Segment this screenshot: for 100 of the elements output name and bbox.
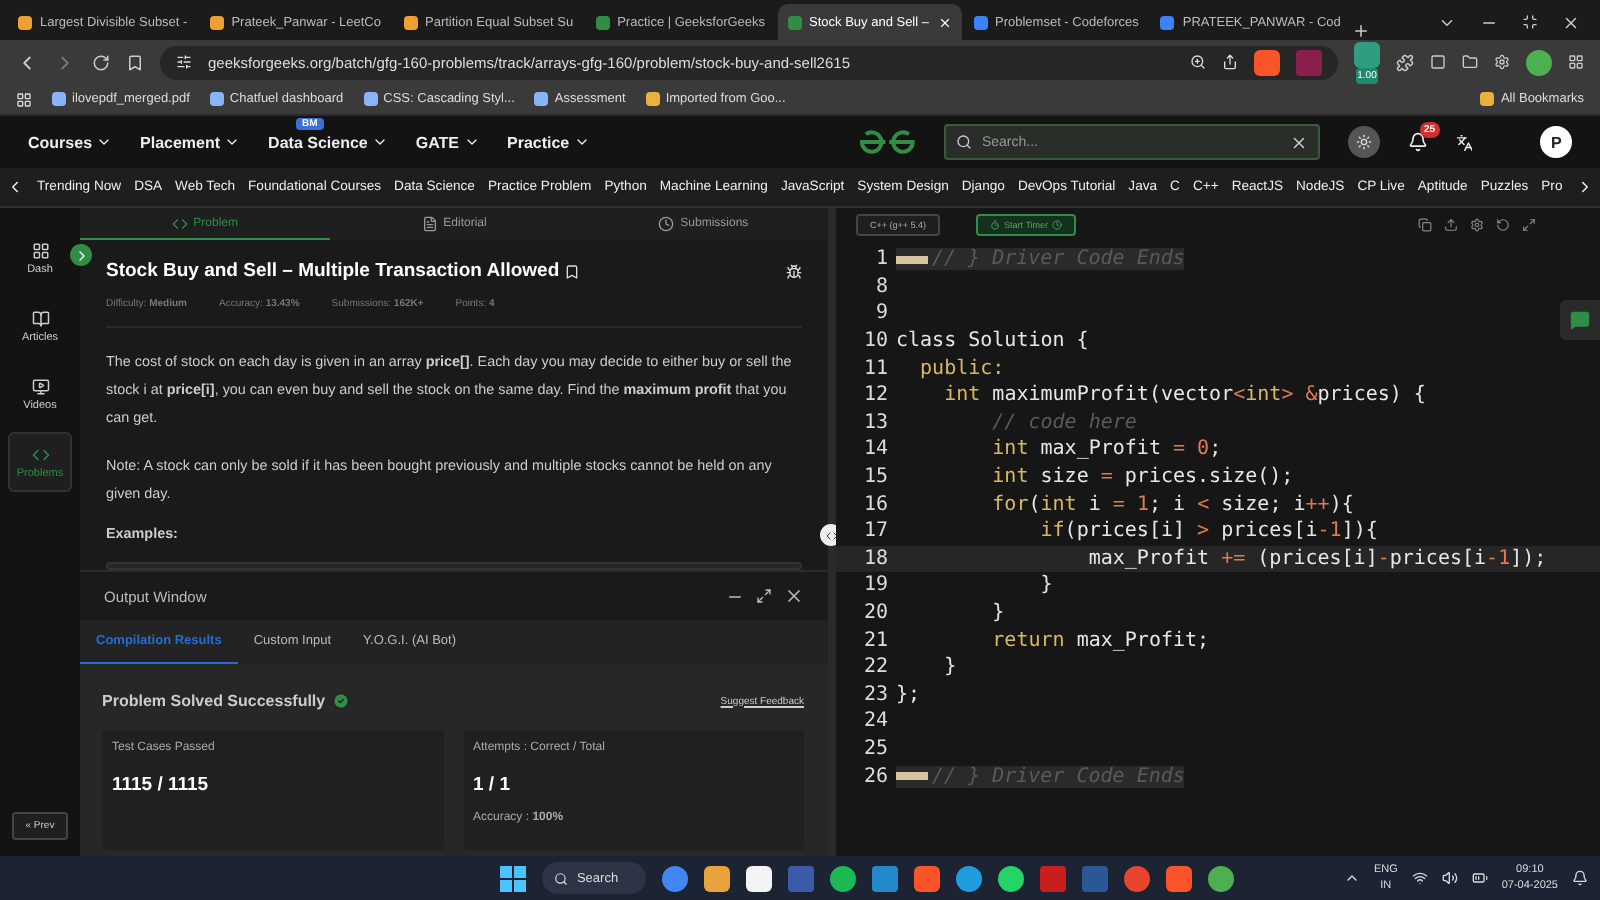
book-icon [31,309,49,327]
code-icon [31,445,49,463]
search-icon [955,134,972,150]
line-number: 23 [861,683,890,706]
fullscreen-icon[interactable] [1522,217,1536,231]
line-number: 1 [873,248,890,271]
search-icon [554,871,569,885]
bug-icon[interactable] [786,263,802,279]
notification-icon[interactable] [1407,132,1428,152]
chevron-down-icon [573,134,590,150]
code-line: int size = prices.size(); [990,466,1294,489]
line-number: 19 [861,574,890,597]
new-tab-icon[interactable] [1352,22,1371,40]
nav-menu[interactable]: Placement [140,133,241,151]
translate-icon[interactable] [1455,133,1473,151]
expand-icon[interactable] [756,588,772,604]
line-number: 13 [861,411,890,434]
browser-icon[interactable] [1208,865,1235,891]
chevron-down-icon [96,134,113,150]
line-number: 21 [861,629,890,652]
browser-icon[interactable] [662,865,689,891]
sidebar-icon[interactable] [1430,54,1446,70]
timer-icon [990,219,1001,229]
browser-icon[interactable] [956,865,983,891]
windows-logo-icon[interactable] [500,865,527,891]
notification-icon[interactable] [1572,870,1588,886]
bookmark-icon[interactable] [126,53,144,71]
site-settings-icon[interactable] [176,54,192,70]
clear-icon[interactable] [1289,133,1308,151]
line-number: 25 [861,737,890,760]
nav-menu[interactable]: Practice [507,133,590,151]
line-number: 8 [873,275,890,298]
code-line: } [942,656,957,679]
line-number: 9 [873,302,890,325]
settings-icon[interactable] [1470,217,1484,231]
copy-icon[interactable] [1418,217,1432,231]
scroll-left-icon[interactable] [6,178,24,196]
check-icon [331,692,350,710]
code-line: int max_Profit = 0; [990,438,1222,461]
extension-icon[interactable] [1354,41,1380,67]
bookmark-icon[interactable] [563,263,580,279]
extensions-icon[interactable] [1396,53,1414,71]
reset-icon[interactable] [1496,217,1510,231]
chevron-down-icon [463,134,479,150]
volume-icon[interactable] [1441,870,1458,886]
profile-icon[interactable] [1526,49,1552,75]
wifi-icon[interactable] [1411,870,1428,886]
code-icon [171,215,188,231]
clock-icon [658,215,675,231]
apps-icon[interactable] [16,91,32,107]
code-line: class Solution { [896,330,1089,353]
share-icon[interactable] [1222,54,1238,70]
video-icon [31,377,49,395]
tray-icon[interactable] [1343,870,1360,886]
line-number: 18 [861,547,890,570]
nav-menu[interactable]: Courses [28,133,113,151]
app-icon[interactable] [1124,865,1151,891]
expand-icon[interactable] [70,244,92,266]
code-line: } [1038,574,1053,597]
card-value: 1 / 1 [473,774,512,796]
line-number: 20 [861,602,890,625]
upload-icon[interactable] [1444,217,1458,231]
avatar[interactable]: P [1540,126,1572,158]
line-number: 12 [861,384,890,407]
line-number: 14 [861,438,890,461]
code-line: max_Profit += (prices[i]-prices[i-1]); [1086,547,1547,570]
nav-menu[interactable]: Data Science [268,133,388,151]
line-number: 16 [861,493,890,516]
grid-icon [31,241,49,259]
reload-icon[interactable] [92,53,110,71]
code-line: if(prices[i] > prices[i-1]){ [1038,520,1378,543]
menu-icon[interactable] [1568,54,1584,70]
code-line: // code here [990,411,1137,434]
code-line: return max_Profit; [990,629,1210,652]
line-number: 22 [861,656,890,679]
battery-icon[interactable] [1471,870,1488,886]
document-icon [421,215,438,231]
code-line: }; [896,683,921,706]
theme-toggle-icon[interactable] [1347,126,1380,158]
line-number: 11 [861,357,890,380]
problem-title: Stock Buy and Sell – Multiple Transaction Allowed [106,260,560,282]
code-line: int maximumProfit(vector<int> &prices) { [942,384,1426,407]
status-text: Problem Solved Successfully [102,692,326,710]
nav-menu[interactable]: GATE [415,133,479,151]
app-icon[interactable] [788,865,815,891]
line-number: 24 [861,710,890,733]
restore-icon[interactable] [1522,14,1538,30]
logo-icon [857,128,916,156]
zoom-icon[interactable] [1190,54,1206,70]
code-line: public: [918,357,1005,380]
close-icon[interactable] [1562,13,1580,31]
code-line: for(int i = 1; i < size; i++){ [990,493,1354,516]
scroll-right-icon[interactable] [1576,178,1594,196]
card-value: 1115 / 1115 [112,774,211,796]
chevron-down-icon [224,134,241,150]
chevron-down-icon [371,134,388,150]
close-icon[interactable] [784,586,804,606]
code-line: } [990,602,1005,625]
settings-icon[interactable] [1494,54,1510,70]
line-number: 15 [861,466,890,489]
